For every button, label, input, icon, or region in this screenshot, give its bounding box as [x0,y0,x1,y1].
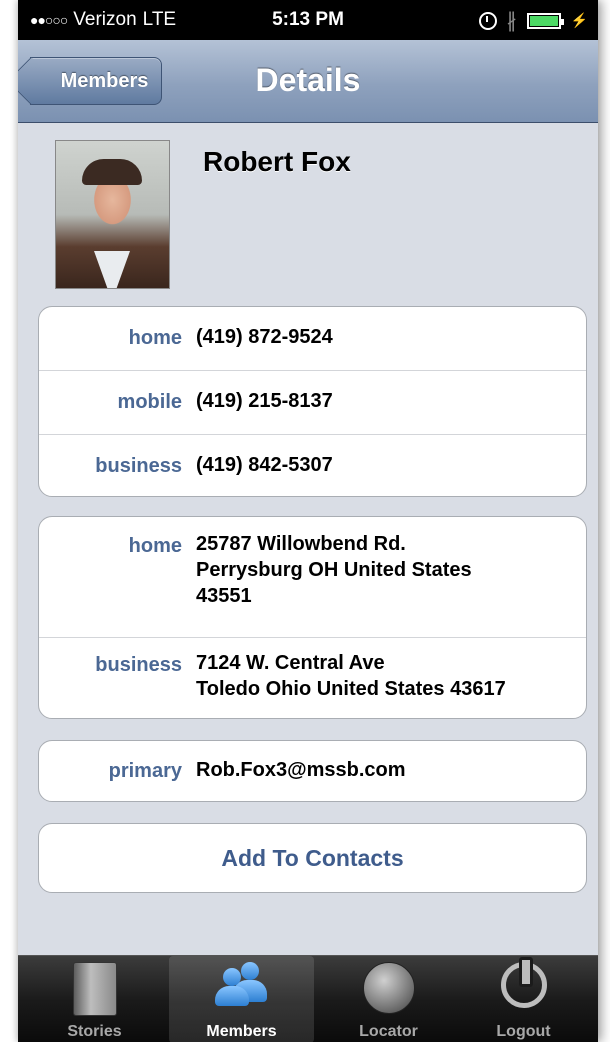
address-label: home [128,535,182,557]
email-row[interactable]: primary Rob.Fox3@mssb.com [39,741,586,801]
phone-screen: ●●○○○ Verizon LTE 5:13 PM ∦ ⚡ Members De… [18,0,598,1042]
tab-label: Logout [496,1023,551,1040]
power-icon [500,957,547,1008]
tab-locator[interactable]: Locator [316,956,461,1042]
status-bar: ●●○○○ Verizon LTE 5:13 PM ∦ ⚡ [18,0,598,40]
phone-label: home [128,327,182,349]
phone-label: business [95,455,182,477]
member-name: Robert Fox [203,146,351,177]
add-to-contacts-label: Add To Contacts [221,844,404,871]
alarm-icon [478,11,497,30]
charging-icon: ⚡ [570,12,588,28]
phone-numbers-group: home (419) 872-9524 mobile (419) 215-813… [38,306,587,497]
people-icon [213,962,271,1006]
email-group: primary Rob.Fox3@mssb.com [38,740,587,802]
address-line: 25787 Willowbend Rd. [196,533,406,555]
status-right: ∦ ⚡ [478,8,588,33]
phone-label: mobile [117,391,182,413]
tab-stories[interactable]: Stories [22,956,167,1042]
phone-value: (419) 842-5307 [196,454,333,476]
member-photo [55,140,170,289]
tab-label: Locator [359,1023,418,1040]
phone-row-mobile[interactable]: mobile (419) 215-8137 [39,371,586,435]
tab-label: Members [206,1023,277,1040]
add-to-contacts-button[interactable]: Add To Contacts [38,823,587,893]
phone-value: (419) 872-9524 [196,326,333,348]
bluetooth-icon: ∦ [506,10,517,32]
address-row-business[interactable]: business 7124 W. Central Ave Toledo Ohio… [39,638,586,719]
address-value: 25787 Willowbend Rd. Perrysburg OH Unite… [196,531,472,609]
email-label: primary [108,760,182,782]
phone-row-business[interactable]: business (419) 842-5307 [39,435,586,498]
address-label: business [95,654,182,676]
tab-logout[interactable]: Logout [451,956,596,1042]
address-value: 7124 W. Central Ave Toledo Ohio United S… [196,650,506,702]
address-row-home[interactable]: home 25787 Willowbend Rd. Perrysburg OH … [39,517,586,638]
globe-icon [362,962,415,1014]
battery-icon [526,12,564,29]
tab-members[interactable]: Members [169,956,314,1042]
address-line: 7124 W. Central Ave [196,652,385,674]
phone-row-home[interactable]: home (419) 872-9524 [39,307,586,371]
email-value: Rob.Fox3@mssb.com [196,759,406,781]
navigation-bar: Members Details [18,40,598,123]
address-line: Toledo Ohio United States 43617 [196,678,506,700]
tab-label: Stories [67,1023,122,1040]
phone-value: (419) 215-8137 [196,390,333,412]
tab-bar: Stories Members Locator Logout [18,955,598,1042]
page-title: Details [255,62,361,98]
book-icon [72,962,117,1016]
address-line: Perrysburg OH United States [196,559,472,581]
address-line: 43551 [196,585,252,607]
addresses-group: home 25787 Willowbend Rd. Perrysburg OH … [38,516,587,719]
